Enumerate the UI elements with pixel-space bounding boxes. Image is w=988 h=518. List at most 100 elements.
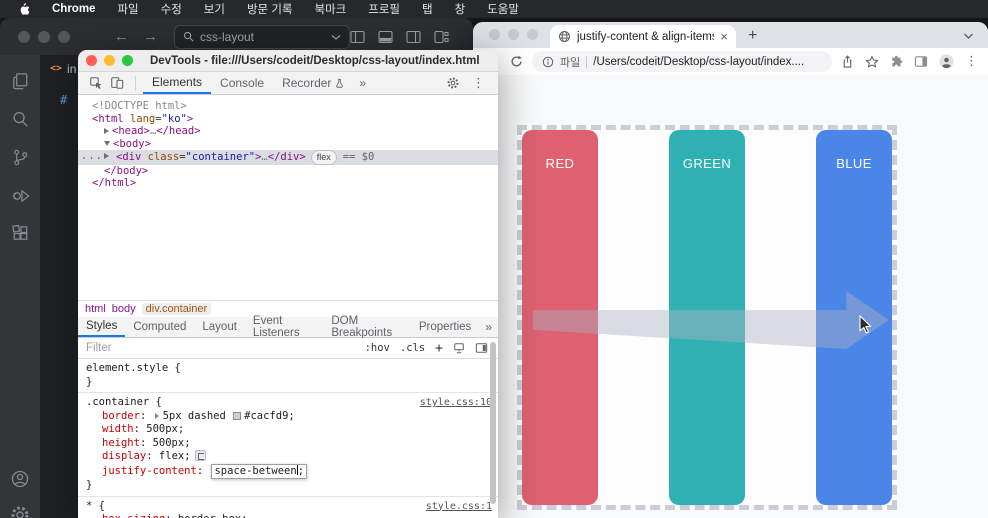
menu-item-history[interactable]: 방문 기록 <box>247 1 293 17</box>
vscode-window-controls[interactable] <box>18 30 70 43</box>
account-icon[interactable] <box>9 468 31 490</box>
profile-avatar[interactable] <box>939 54 954 69</box>
settings-gear-icon[interactable] <box>9 504 31 518</box>
toggle-secondary-sidebar-icon[interactable] <box>406 30 421 44</box>
browser-menu-icon[interactable]: ⋮ <box>965 54 978 69</box>
minimize-window-button[interactable] <box>508 29 519 40</box>
toggle-class-button[interactable]: .cls <box>400 342 425 354</box>
zoom-window-button[interactable] <box>58 30 70 43</box>
vscode-command-center[interactable]: css-layout <box>174 24 350 49</box>
dom-html-close[interactable]: </html> <box>78 177 498 190</box>
run-debug-icon[interactable] <box>10 185 31 206</box>
more-tabs-icon[interactable]: » <box>479 320 498 334</box>
rule-container[interactable]: style.css:10 .container { border: 5px da… <box>78 393 498 497</box>
extensions-puzzle-icon[interactable] <box>890 55 903 68</box>
menu-item-view[interactable]: 보기 <box>204 1 225 17</box>
expand-arrow-icon[interactable] <box>104 128 109 134</box>
close-window-button[interactable] <box>489 29 500 40</box>
minimize-window-button[interactable] <box>38 30 50 43</box>
dom-doctype[interactable]: <!DOCTYPE html> <box>78 100 498 113</box>
chrome-window-controls[interactable] <box>489 29 538 40</box>
value-edit-box[interactable]: space-between; <box>211 463 307 479</box>
dom-row-menu[interactable]: ... <box>81 150 103 163</box>
flex-badge[interactable]: flex <box>310 150 337 165</box>
tab-console[interactable]: Console <box>211 72 273 94</box>
menu-item-file[interactable]: 파일 <box>117 1 138 17</box>
apple-menu-icon[interactable] <box>18 2 30 16</box>
zoom-window-button[interactable] <box>122 55 133 66</box>
css-prop-box-sizing[interactable]: box-sizing: border-box; <box>86 513 490 518</box>
inspect-element-icon[interactable] <box>89 76 103 90</box>
flex-editor-icon[interactable] <box>194 450 206 461</box>
search-icon[interactable] <box>10 109 31 130</box>
new-style-rule-button[interactable]: + <box>435 341 443 356</box>
toggle-sidebar-icon[interactable] <box>350 30 365 44</box>
close-tab-icon[interactable]: × <box>720 30 728 43</box>
tab-event-listeners[interactable]: Event Listeners <box>245 315 323 339</box>
source-control-icon[interactable] <box>10 147 31 168</box>
tab-styles[interactable]: Styles <box>78 317 126 337</box>
menu-item-help[interactable]: 도움말 <box>487 1 519 17</box>
menu-item-tab[interactable]: 탭 <box>422 1 433 17</box>
breadcrumb-body[interactable]: body <box>112 303 136 315</box>
collapse-arrow-icon[interactable] <box>104 140 110 146</box>
minimize-window-button[interactable] <box>104 55 115 66</box>
rule-element-style[interactable]: element.style { } <box>78 359 498 393</box>
share-icon[interactable] <box>841 54 854 69</box>
extensions-icon[interactable] <box>10 223 31 244</box>
settings-gear-icon[interactable] <box>446 76 460 90</box>
breadcrumb-html[interactable]: html <box>85 303 106 315</box>
tab-computed[interactable]: Computed <box>125 317 194 337</box>
tab-layout[interactable]: Layout <box>194 317 245 337</box>
toggle-panel-icon[interactable] <box>378 30 393 44</box>
css-prop-width[interactable]: width: 500px; <box>86 423 490 437</box>
stylesheet-link[interactable]: style.css:1 <box>426 500 492 514</box>
filter-input[interactable]: Filter <box>86 342 355 354</box>
css-prop-height[interactable]: height: 500px; <box>86 437 490 451</box>
breadcrumb-div-container[interactable]: div.container <box>141 303 212 315</box>
menu-item-bookmarks[interactable]: 북마크 <box>314 1 346 17</box>
css-prop-justify-content[interactable]: justify-content: space-between; <box>86 463 490 479</box>
tab-search-chevron-icon[interactable] <box>963 32 974 40</box>
active-app-name[interactable]: Chrome <box>52 3 95 15</box>
device-toolbar-icon[interactable] <box>110 76 124 90</box>
rendering-emulation-icon[interactable] <box>453 342 465 354</box>
tab-properties[interactable]: Properties <box>411 317 479 337</box>
dom-body-close[interactable]: </body> <box>78 165 498 178</box>
customize-layout-icon[interactable] <box>434 30 449 44</box>
tab-elements[interactable]: Elements <box>143 72 212 94</box>
css-prop-display[interactable]: display: flex; <box>86 450 490 464</box>
browser-tab[interactable]: justify-content & align-items × <box>550 25 736 48</box>
dom-head[interactable]: <head>…</head> <box>78 125 498 138</box>
dom-div-container-selected[interactable]: ... <div class="container">…</div> flex ==… <box>78 150 498 165</box>
bookmark-star-icon[interactable] <box>865 54 879 69</box>
side-panel-icon[interactable] <box>914 55 928 68</box>
close-window-button[interactable] <box>86 55 97 66</box>
color-swatch[interactable] <box>233 411 242 420</box>
tab-dom-breakpoints[interactable]: DOM Breakpoints <box>323 315 411 339</box>
explorer-icon[interactable] <box>10 71 31 92</box>
dom-html-open[interactable]: <html lang="ko"> <box>78 113 498 126</box>
close-window-button[interactable] <box>18 30 30 43</box>
devtools-menu-icon[interactable]: ⋮ <box>472 76 485 91</box>
rule-universal[interactable]: style.css:1 * { box-sizing: border-box; … <box>78 497 498 518</box>
dom-body-open[interactable]: <body> <box>78 138 498 151</box>
expand-shorthand-icon[interactable] <box>154 412 159 419</box>
address-bar[interactable]: 파일 /Users/codeit/Desktop/css-layout/inde… <box>532 51 832 72</box>
expand-arrow-icon[interactable] <box>104 153 109 159</box>
forward-arrow-icon[interactable]: → <box>143 28 158 45</box>
css-prop-border[interactable]: border: 5px dashed #cacfd9; <box>86 410 490 424</box>
menu-item-profiles[interactable]: 프로필 <box>368 1 400 17</box>
tab-recorder[interactable]: Recorder <box>273 72 353 94</box>
menu-item-edit[interactable]: 수정 <box>161 1 182 17</box>
reload-button[interactable] <box>510 55 523 68</box>
more-tabs-icon[interactable]: » <box>353 76 372 90</box>
back-arrow-icon[interactable]: ← <box>114 28 129 45</box>
toggle-hover-state-button[interactable]: :hov <box>365 342 390 354</box>
scrollbar-thumb[interactable] <box>490 342 496 504</box>
menu-item-window[interactable]: 창 <box>455 1 466 17</box>
computed-sidebar-toggle-icon[interactable] <box>475 342 488 354</box>
zoom-window-button[interactable] <box>527 29 538 40</box>
info-icon[interactable] <box>542 56 554 68</box>
new-tab-button[interactable]: + <box>748 28 757 44</box>
